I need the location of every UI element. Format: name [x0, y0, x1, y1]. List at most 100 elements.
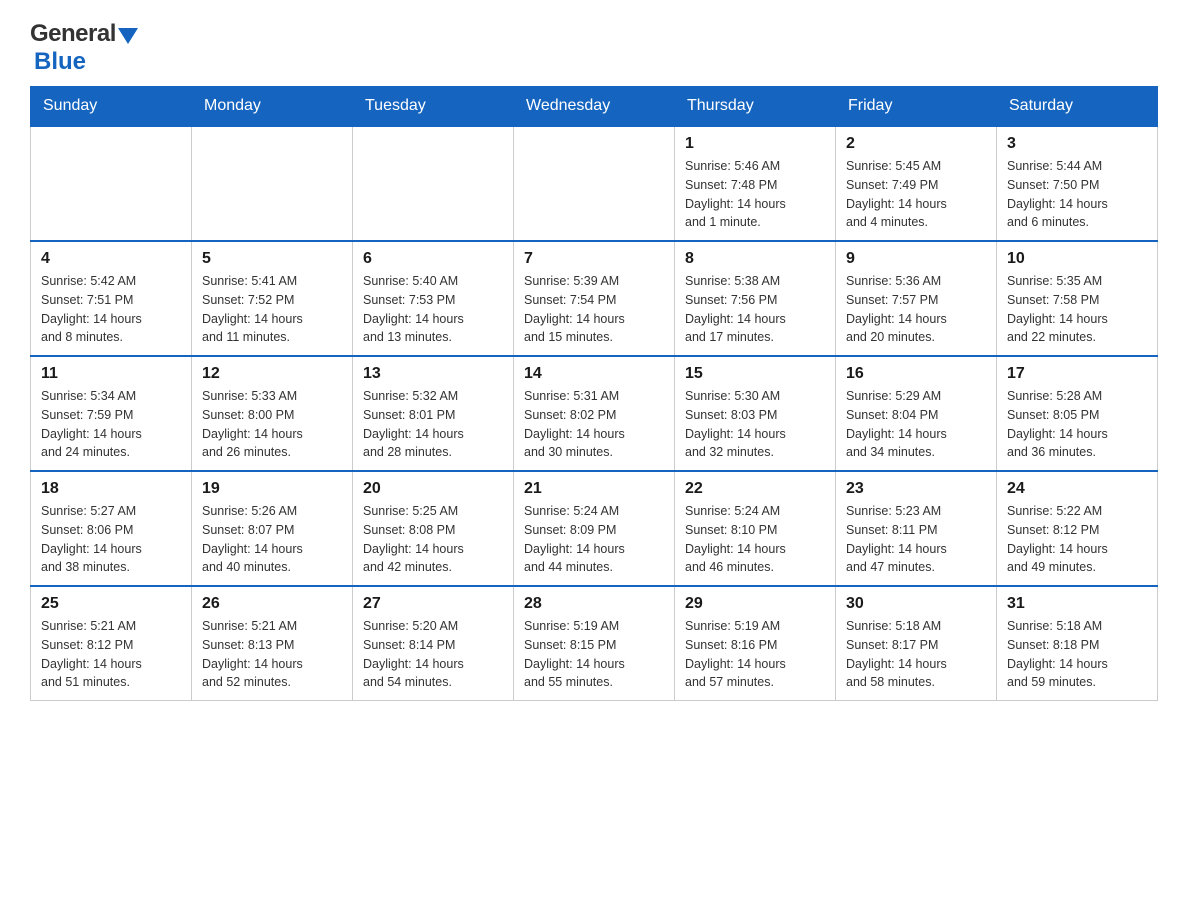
weekday-header-row: SundayMondayTuesdayWednesdayThursdayFrid… — [31, 87, 1158, 127]
calendar-cell-w2-d5: 8 Sunrise: 5:38 AM Sunset: 7:56 PM Daylig… — [675, 241, 836, 356]
day-info-12: Sunrise: 5:33 AM Sunset: 8:00 PM Dayligh… — [202, 387, 342, 462]
calendar-cell-w4-d4: 21Sunrise: 5:24 AM Sunset: 8:09 PM Dayli… — [514, 471, 675, 586]
day-info-30: Sunrise: 5:18 AM Sunset: 8:17 PM Dayligh… — [846, 617, 986, 692]
day-info-5: Sunrise: 5:41 AM Sunset: 7:52 PM Dayligh… — [202, 272, 342, 347]
calendar-cell-w4-d7: 24 Sunrise: 5:22 AM Sunset: 8:12 PM Dayli… — [997, 471, 1158, 586]
calendar-cell-w5-d4: 28 Sunrise: 5:19 AM Sunset: 8:15 PM Dayli… — [514, 586, 675, 701]
week-row-1: 1 Sunrise: 5:46 AM Sunset: 7:48 PM Daylig… — [31, 126, 1158, 241]
calendar-cell-w4-d1: 18 Sunrise: 5:27 AM Sunset: 8:06 PM Dayli… — [31, 471, 192, 586]
logo-triangle-icon — [118, 28, 138, 44]
day-number-24: 24 — [1007, 480, 1147, 498]
day-number-26: 26 — [202, 595, 342, 613]
day-number-15: 15 — [685, 365, 825, 383]
week-row-4: 18 Sunrise: 5:27 AM Sunset: 8:06 PM Dayli… — [31, 471, 1158, 586]
day-info-27: Sunrise: 5:20 AM Sunset: 8:14 PM Dayligh… — [363, 617, 503, 692]
weekday-header-saturday: Saturday — [997, 87, 1158, 127]
day-number-3: 3 — [1007, 135, 1147, 153]
day-number-8: 8 — [685, 250, 825, 268]
calendar-cell-w4-d5: 22Sunrise: 5:24 AM Sunset: 8:10 PM Dayli… — [675, 471, 836, 586]
calendar-table: SundayMondayTuesdayWednesdayThursdayFrid… — [30, 86, 1158, 701]
logo-general-text: General — [30, 20, 116, 48]
day-number-18: 18 — [41, 480, 181, 498]
weekday-header-sunday: Sunday — [31, 87, 192, 127]
calendar-cell-w2-d3: 6Sunrise: 5:40 AM Sunset: 7:53 PM Daylig… — [353, 241, 514, 356]
calendar-cell-w1-d3 — [353, 126, 514, 241]
calendar-cell-w4-d2: 19Sunrise: 5:26 AM Sunset: 8:07 PM Dayli… — [192, 471, 353, 586]
page-header: General Blue — [30, 20, 1158, 76]
calendar-cell-w5-d6: 30 Sunrise: 5:18 AM Sunset: 8:17 PM Dayli… — [836, 586, 997, 701]
day-number-30: 30 — [846, 595, 986, 613]
day-info-17: Sunrise: 5:28 AM Sunset: 8:05 PM Dayligh… — [1007, 387, 1147, 462]
calendar-cell-w5-d7: 31 Sunrise: 5:18 AM Sunset: 8:18 PM Dayli… — [997, 586, 1158, 701]
calendar-cell-w1-d5: 1 Sunrise: 5:46 AM Sunset: 7:48 PM Daylig… — [675, 126, 836, 241]
calendar-cell-w3-d4: 14 Sunrise: 5:31 AM Sunset: 8:02 PM Dayli… — [514, 356, 675, 471]
day-info-31: Sunrise: 5:18 AM Sunset: 8:18 PM Dayligh… — [1007, 617, 1147, 692]
day-number-31: 31 — [1007, 595, 1147, 613]
day-number-20: 20 — [363, 480, 503, 498]
calendar-cell-w1-d4 — [514, 126, 675, 241]
day-info-15: Sunrise: 5:30 AM Sunset: 8:03 PM Dayligh… — [685, 387, 825, 462]
day-number-23: 23 — [846, 480, 986, 498]
day-number-4: 4 — [41, 250, 181, 268]
day-info-7: Sunrise: 5:39 AM Sunset: 7:54 PM Dayligh… — [524, 272, 664, 347]
calendar-cell-w2-d7: 10Sunrise: 5:35 AM Sunset: 7:58 PM Dayli… — [997, 241, 1158, 356]
day-info-13: Sunrise: 5:32 AM Sunset: 8:01 PM Dayligh… — [363, 387, 503, 462]
calendar-cell-w2-d1: 4 Sunrise: 5:42 AM Sunset: 7:51 PM Daylig… — [31, 241, 192, 356]
calendar-cell-w2-d4: 7 Sunrise: 5:39 AM Sunset: 7:54 PM Daylig… — [514, 241, 675, 356]
day-info-28: Sunrise: 5:19 AM Sunset: 8:15 PM Dayligh… — [524, 617, 664, 692]
day-number-17: 17 — [1007, 365, 1147, 383]
day-number-14: 14 — [524, 365, 664, 383]
day-info-24: Sunrise: 5:22 AM Sunset: 8:12 PM Dayligh… — [1007, 502, 1147, 577]
day-info-21: Sunrise: 5:24 AM Sunset: 8:09 PM Dayligh… — [524, 502, 664, 577]
day-info-18: Sunrise: 5:27 AM Sunset: 8:06 PM Dayligh… — [41, 502, 181, 577]
calendar-cell-w2-d6: 9Sunrise: 5:36 AM Sunset: 7:57 PM Daylig… — [836, 241, 997, 356]
calendar-cell-w4-d6: 23 Sunrise: 5:23 AM Sunset: 8:11 PM Dayli… — [836, 471, 997, 586]
logo: General Blue — [30, 20, 138, 76]
day-number-13: 13 — [363, 365, 503, 383]
calendar-cell-w5-d1: 25Sunrise: 5:21 AM Sunset: 8:12 PM Dayli… — [31, 586, 192, 701]
day-number-28: 28 — [524, 595, 664, 613]
day-info-9: Sunrise: 5:36 AM Sunset: 7:57 PM Dayligh… — [846, 272, 986, 347]
day-info-14: Sunrise: 5:31 AM Sunset: 8:02 PM Dayligh… — [524, 387, 664, 462]
day-number-6: 6 — [363, 250, 503, 268]
day-info-20: Sunrise: 5:25 AM Sunset: 8:08 PM Dayligh… — [363, 502, 503, 577]
day-info-3: Sunrise: 5:44 AM Sunset: 7:50 PM Dayligh… — [1007, 157, 1147, 232]
calendar-cell-w1-d1 — [31, 126, 192, 241]
day-info-19: Sunrise: 5:26 AM Sunset: 8:07 PM Dayligh… — [202, 502, 342, 577]
week-row-5: 25Sunrise: 5:21 AM Sunset: 8:12 PM Dayli… — [31, 586, 1158, 701]
day-number-2: 2 — [846, 135, 986, 153]
calendar-cell-w5-d2: 26 Sunrise: 5:21 AM Sunset: 8:13 PM Dayli… — [192, 586, 353, 701]
day-info-16: Sunrise: 5:29 AM Sunset: 8:04 PM Dayligh… — [846, 387, 986, 462]
calendar-cell-w3-d6: 16Sunrise: 5:29 AM Sunset: 8:04 PM Dayli… — [836, 356, 997, 471]
calendar-cell-w1-d6: 2 Sunrise: 5:45 AM Sunset: 7:49 PM Daylig… — [836, 126, 997, 241]
day-info-23: Sunrise: 5:23 AM Sunset: 8:11 PM Dayligh… — [846, 502, 986, 577]
calendar-header: SundayMondayTuesdayWednesdayThursdayFrid… — [31, 87, 1158, 127]
day-info-4: Sunrise: 5:42 AM Sunset: 7:51 PM Dayligh… — [41, 272, 181, 347]
calendar-cell-w3-d7: 17 Sunrise: 5:28 AM Sunset: 8:05 PM Dayli… — [997, 356, 1158, 471]
weekday-header-thursday: Thursday — [675, 87, 836, 127]
day-info-8: Sunrise: 5:38 AM Sunset: 7:56 PM Dayligh… — [685, 272, 825, 347]
calendar-cell-w1-d2 — [192, 126, 353, 241]
calendar-cell-w3-d3: 13 Sunrise: 5:32 AM Sunset: 8:01 PM Dayli… — [353, 356, 514, 471]
day-info-11: Sunrise: 5:34 AM Sunset: 7:59 PM Dayligh… — [41, 387, 181, 462]
weekday-header-tuesday: Tuesday — [353, 87, 514, 127]
day-number-25: 25 — [41, 595, 181, 613]
day-number-22: 22 — [685, 480, 825, 498]
week-row-3: 11 Sunrise: 5:34 AM Sunset: 7:59 PM Dayli… — [31, 356, 1158, 471]
day-number-27: 27 — [363, 595, 503, 613]
calendar-cell-w3-d1: 11 Sunrise: 5:34 AM Sunset: 7:59 PM Dayli… — [31, 356, 192, 471]
day-info-29: Sunrise: 5:19 AM Sunset: 8:16 PM Dayligh… — [685, 617, 825, 692]
calendar-cell-w3-d2: 12Sunrise: 5:33 AM Sunset: 8:00 PM Dayli… — [192, 356, 353, 471]
day-info-26: Sunrise: 5:21 AM Sunset: 8:13 PM Dayligh… — [202, 617, 342, 692]
day-info-2: Sunrise: 5:45 AM Sunset: 7:49 PM Dayligh… — [846, 157, 986, 232]
calendar-cell-w2-d2: 5 Sunrise: 5:41 AM Sunset: 7:52 PM Daylig… — [192, 241, 353, 356]
logo-blue-text: Blue — [34, 48, 86, 76]
day-info-1: Sunrise: 5:46 AM Sunset: 7:48 PM Dayligh… — [685, 157, 825, 232]
day-number-1: 1 — [685, 135, 825, 153]
calendar-cell-w3-d5: 15 Sunrise: 5:30 AM Sunset: 8:03 PM Dayli… — [675, 356, 836, 471]
day-number-11: 11 — [41, 365, 181, 383]
day-info-10: Sunrise: 5:35 AM Sunset: 7:58 PM Dayligh… — [1007, 272, 1147, 347]
week-row-2: 4 Sunrise: 5:42 AM Sunset: 7:51 PM Daylig… — [31, 241, 1158, 356]
day-number-5: 5 — [202, 250, 342, 268]
day-number-7: 7 — [524, 250, 664, 268]
